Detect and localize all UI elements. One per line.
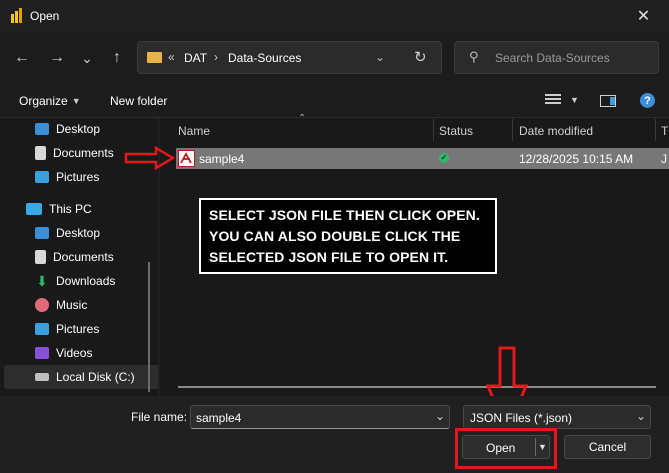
callout-line: SELECT JSON FILE THEN CLICK OPEN. — [209, 207, 480, 223]
preview-pane-button[interactable] — [600, 95, 616, 107]
callout-line: YOU CAN ALSO DOUBLE CLICK THE — [209, 228, 461, 244]
chevron-down-icon: ⌄ — [636, 409, 647, 423]
folder-icon — [147, 52, 162, 63]
caret-down-icon: ▼ — [570, 95, 579, 105]
horizontal-scrollbar[interactable] — [178, 386, 656, 388]
instruction-callout: SELECT JSON FILE THEN CLICK OPEN. YOU CA… — [199, 198, 497, 274]
search-icon: ⚲ — [469, 49, 479, 64]
column-divider[interactable] — [433, 119, 434, 141]
documents-icon — [35, 250, 46, 264]
forward-button[interactable]: → — [45, 46, 69, 70]
sidebar-item-local-disk[interactable]: Local Disk (C:) — [4, 365, 158, 389]
file-type-value: JSON Files (*.json) — [470, 411, 573, 425]
close-icon: ✕ — [636, 8, 651, 25]
title-bar — [0, 0, 669, 32]
sidebar-item-downloads[interactable]: ⬇ Downloads — [0, 269, 158, 293]
column-header-date-modified[interactable]: Date modified — [519, 124, 593, 138]
synced-check-icon: ✓ — [439, 153, 449, 163]
sidebar-item-label: This PC — [49, 202, 92, 216]
help-icon: ? — [644, 94, 651, 107]
sidebar-item-this-pc[interactable]: This PC — [0, 197, 158, 221]
sidebar-item-videos[interactable]: Videos — [0, 341, 158, 365]
cancel-label: Cancel — [588, 440, 627, 454]
file-row[interactable]: sample4 ✓ 12/28/2025 10:15 AM J — [176, 148, 669, 169]
sidebar-item-label: Desktop — [56, 122, 101, 136]
app-logo-icon — [10, 8, 24, 24]
callout-line: SELECTED JSON FILE TO OPEN IT. — [209, 249, 449, 265]
back-arrow-icon: ← — [14, 49, 30, 66]
music-icon — [35, 298, 49, 312]
breadcrumb-item-data-sources[interactable]: Data-Sources — [228, 51, 301, 65]
downloads-icon: ⬇ — [36, 273, 48, 289]
view-options-button[interactable]: ▼ — [545, 94, 579, 106]
disk-icon — [35, 373, 49, 381]
help-button[interactable]: ? — [640, 93, 655, 108]
sidebar-item-label: Videos — [56, 346, 93, 360]
column-header-status[interactable]: Status — [439, 124, 473, 138]
sidebar-scrollbar[interactable] — [148, 262, 150, 392]
column-header-type[interactable]: T — [661, 124, 668, 138]
column-divider[interactable] — [655, 119, 656, 141]
recent-locations-button[interactable]: ⌄ — [76, 46, 98, 70]
desktop-icon — [35, 123, 49, 135]
file-name-label: File name: — [131, 410, 188, 424]
up-button[interactable]: ↑ — [105, 46, 129, 70]
new-folder-button[interactable]: New folder — [110, 94, 167, 108]
sidebar-item-label: Pictures — [56, 170, 100, 184]
file-date-modified: 12/28/2025 10:15 AM — [519, 152, 634, 166]
json-file-icon — [178, 150, 195, 167]
address-bar[interactable]: « DAT › Data-Sources ⌄ ↻ — [137, 41, 442, 74]
open-button-highlight — [455, 428, 557, 469]
sidebar-item-label: Music — [56, 298, 88, 312]
sidebar-item-label: Pictures — [56, 322, 100, 336]
sidebar-item-desktop[interactable]: Desktop — [0, 221, 158, 245]
cancel-button[interactable]: Cancel — [564, 435, 651, 459]
column-divider[interactable] — [512, 119, 513, 141]
close-button[interactable]: ✕ — [618, 0, 669, 32]
sidebar-item-label: Documents — [53, 250, 114, 264]
pointer-arrow-right-icon — [124, 146, 176, 170]
file-type: J — [661, 152, 667, 166]
sidebar-item-desktop[interactable]: Desktop — [0, 118, 158, 141]
pc-icon — [26, 203, 42, 215]
file-name-field[interactable]: sample4 ⌄ — [190, 405, 450, 429]
forward-arrow-icon: → — [49, 49, 65, 66]
refresh-icon[interactable]: ↻ — [414, 48, 427, 66]
list-view-icon — [545, 94, 561, 106]
breadcrumb-separator: › — [214, 50, 218, 64]
file-name-input[interactable]: sample4 — [196, 411, 241, 425]
breadcrumb-item-dat[interactable]: DAT — [184, 51, 207, 65]
videos-icon — [35, 347, 49, 359]
search-input[interactable]: Search Data-Sources — [495, 51, 610, 65]
sidebar-item-label: Local Disk (C:) — [56, 370, 135, 384]
chevron-down-icon: ⌄ — [81, 49, 93, 66]
breadcrumb-chevron-down-icon[interactable]: ⌄ — [375, 50, 385, 64]
organize-label: Organize — [19, 94, 68, 108]
caret-down-icon: ▼ — [71, 96, 81, 106]
window-title: Open — [30, 9, 60, 23]
documents-icon — [35, 146, 46, 160]
column-header-name[interactable]: Name — [178, 124, 210, 138]
breadcrumb-overflow[interactable]: « — [168, 50, 175, 64]
back-button[interactable]: ← — [10, 46, 34, 70]
file-name: sample4 — [199, 152, 245, 166]
up-arrow-icon: ↑ — [113, 49, 121, 66]
preview-pane-icon — [610, 97, 615, 105]
chevron-down-icon[interactable]: ⌄ — [435, 409, 445, 423]
sidebar-item-documents[interactable]: Documents — [0, 245, 158, 269]
sidebar-item-label: Downloads — [56, 274, 116, 288]
pictures-icon — [35, 171, 49, 183]
new-folder-label: New folder — [110, 94, 168, 108]
pictures-icon — [35, 323, 49, 335]
organize-button[interactable]: Organize ▼ — [19, 94, 81, 108]
search-box[interactable]: ⚲ Search Data-Sources — [454, 41, 659, 74]
sidebar-item-label: Desktop — [56, 226, 101, 240]
file-type-select[interactable]: JSON Files (*.json) ⌄ — [463, 405, 651, 429]
desktop-icon — [35, 227, 49, 239]
sidebar-item-pictures[interactable]: Pictures — [0, 317, 158, 341]
sidebar-item-music[interactable]: Music — [0, 293, 158, 317]
sort-ascending-icon: ⌃ — [298, 113, 307, 124]
sidebar-item-label: Documents — [53, 146, 114, 160]
